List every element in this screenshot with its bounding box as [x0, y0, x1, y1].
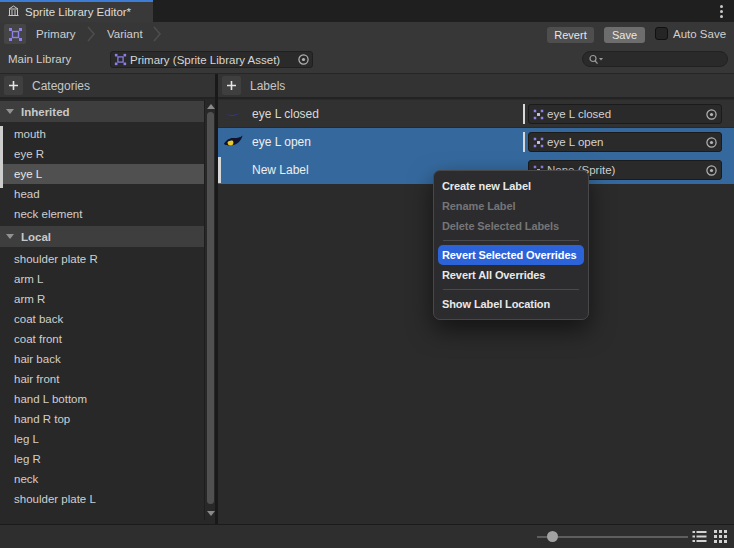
save-button[interactable]: Save [604, 27, 645, 43]
sprite-field-value: eye L open [547, 136, 603, 148]
object-picker-icon[interactable] [705, 136, 718, 149]
override-indicator [0, 126, 3, 188]
search-icon [588, 54, 604, 65]
menu-item-revert-all-overrides[interactable]: Revert All Overrides [434, 265, 588, 285]
categories-header: Categories [0, 74, 215, 99]
override-bar [523, 132, 525, 152]
category-item[interactable]: neck element [0, 204, 204, 224]
section-local[interactable]: Local [0, 226, 204, 247]
labels-header: Labels [218, 74, 734, 99]
main-library-field[interactable]: Primary (Sprite Library Asset) [110, 51, 313, 68]
category-item[interactable]: coat back [0, 309, 204, 329]
category-item[interactable]: hand L bottom [0, 389, 204, 409]
category-item[interactable]: arm L [0, 269, 204, 289]
menu-separator [443, 289, 579, 290]
label-row[interactable]: eye L closed eye L closed [218, 100, 734, 128]
sprite-thumbnail-open-eye [223, 134, 243, 150]
foldout-arrow-icon [6, 109, 14, 114]
sprite-thumbnail-closed-eye [223, 106, 243, 122]
menu-item-revert-selected-overrides[interactable]: Revert Selected Overrides [438, 245, 584, 265]
library-toolbar: Main Library Primary (Sprite Library Ass… [0, 46, 734, 74]
list-view-icon[interactable] [692, 530, 707, 543]
label-name: eye L closed [252, 107, 319, 121]
scroll-down-icon[interactable] [207, 511, 215, 516]
slider-knob[interactable] [547, 531, 558, 542]
category-item[interactable]: hand R top [0, 409, 204, 429]
label-name: New Label [252, 163, 309, 177]
tab-title: Sprite Library Editor* [25, 6, 131, 18]
foldout-arrow-icon [6, 234, 14, 239]
bottom-bar [0, 524, 734, 548]
library-breadcrumb-icon [4, 24, 26, 44]
menu-item-create-new-label[interactable]: Create new Label [434, 176, 588, 196]
menu-item-delete-selected-labels: Delete Selected Labels [434, 216, 588, 236]
category-item[interactable]: neck [0, 469, 204, 489]
category-item[interactable]: hair back [0, 349, 204, 369]
category-item[interactable]: leg R [0, 449, 204, 469]
sprite-object-field[interactable]: eye L closed [528, 104, 722, 124]
override-row-indicator [218, 157, 221, 183]
categories-panel: Categories Inherited mouth eye R eye L h… [0, 74, 215, 524]
tab-bar: Sprite Library Editor* [0, 0, 734, 22]
main-library-value: Primary (Sprite Library Asset) [130, 54, 280, 66]
category-item[interactable]: arm R [0, 289, 204, 309]
breadcrumb-chevron-icon [86, 24, 96, 44]
breadcrumb-primary[interactable]: Primary [36, 22, 76, 46]
section-inherited[interactable]: Inherited [0, 101, 204, 122]
plus-icon [226, 80, 237, 91]
auto-save-checkbox[interactable] [655, 27, 668, 40]
add-category-button[interactable] [4, 76, 23, 95]
category-item[interactable]: hair front [0, 369, 204, 389]
thumbnail-size-slider[interactable] [537, 536, 688, 538]
menu-item-show-label-location[interactable]: Show Label Location [434, 294, 588, 314]
category-item[interactable]: shoulder plate L [0, 489, 204, 509]
scroll-up-icon[interactable] [207, 104, 215, 109]
category-item-selected[interactable]: eye L [0, 164, 204, 184]
category-item[interactable]: head [0, 184, 204, 204]
tab-sprite-library-editor[interactable]: Sprite Library Editor* [0, 0, 153, 22]
grid-view-icon[interactable] [714, 530, 727, 543]
object-picker-icon[interactable] [705, 164, 718, 177]
sprite-field-value: eye L closed [547, 108, 611, 120]
override-bar [523, 104, 525, 124]
category-item[interactable]: shoulder plate R [0, 249, 204, 269]
category-item[interactable]: mouth [0, 124, 204, 144]
object-picker-icon[interactable] [297, 53, 310, 66]
sprite-library-icon [7, 3, 20, 21]
search-input[interactable] [582, 51, 728, 67]
sprite-icon [533, 109, 544, 120]
labels-title: Labels [250, 79, 285, 93]
revert-button[interactable]: Revert [547, 27, 594, 43]
section-label: Inherited [21, 106, 70, 118]
sprite-asset-icon [114, 53, 127, 66]
breadcrumb-chevron-icon [152, 24, 162, 44]
categories-title: Categories [32, 79, 90, 93]
categories-list: Inherited mouth eye R eye L head neck el… [0, 101, 204, 509]
categories-scrollbar[interactable] [204, 100, 215, 520]
label-row-selected[interactable]: eye L open eye L open [218, 128, 734, 156]
sprite-icon [533, 137, 544, 148]
breadcrumb-variant[interactable]: Variant [107, 22, 143, 46]
menu-item-rename-label: Rename Label [434, 196, 588, 216]
section-label: Local [21, 231, 51, 243]
sprite-object-field[interactable]: eye L open [528, 132, 722, 152]
add-label-button[interactable] [222, 76, 241, 95]
label-name: eye L open [252, 135, 311, 149]
menu-separator [443, 240, 579, 241]
main-library-label: Main Library [8, 46, 71, 73]
context-menu: Create new Label Rename Label Delete Sel… [433, 170, 589, 320]
object-picker-icon[interactable] [705, 108, 718, 121]
breadcrumb-bar: Primary Variant Revert Save Auto Save [0, 22, 734, 46]
auto-save-label: Auto Save [673, 22, 726, 46]
scrollbar-thumb[interactable] [207, 112, 214, 504]
category-item[interactable]: leg L [0, 429, 204, 449]
plus-icon [8, 80, 19, 91]
category-item[interactable]: coat front [0, 329, 204, 349]
menu-kebab-icon[interactable] [720, 5, 723, 20]
category-item[interactable]: eye R [0, 144, 204, 164]
